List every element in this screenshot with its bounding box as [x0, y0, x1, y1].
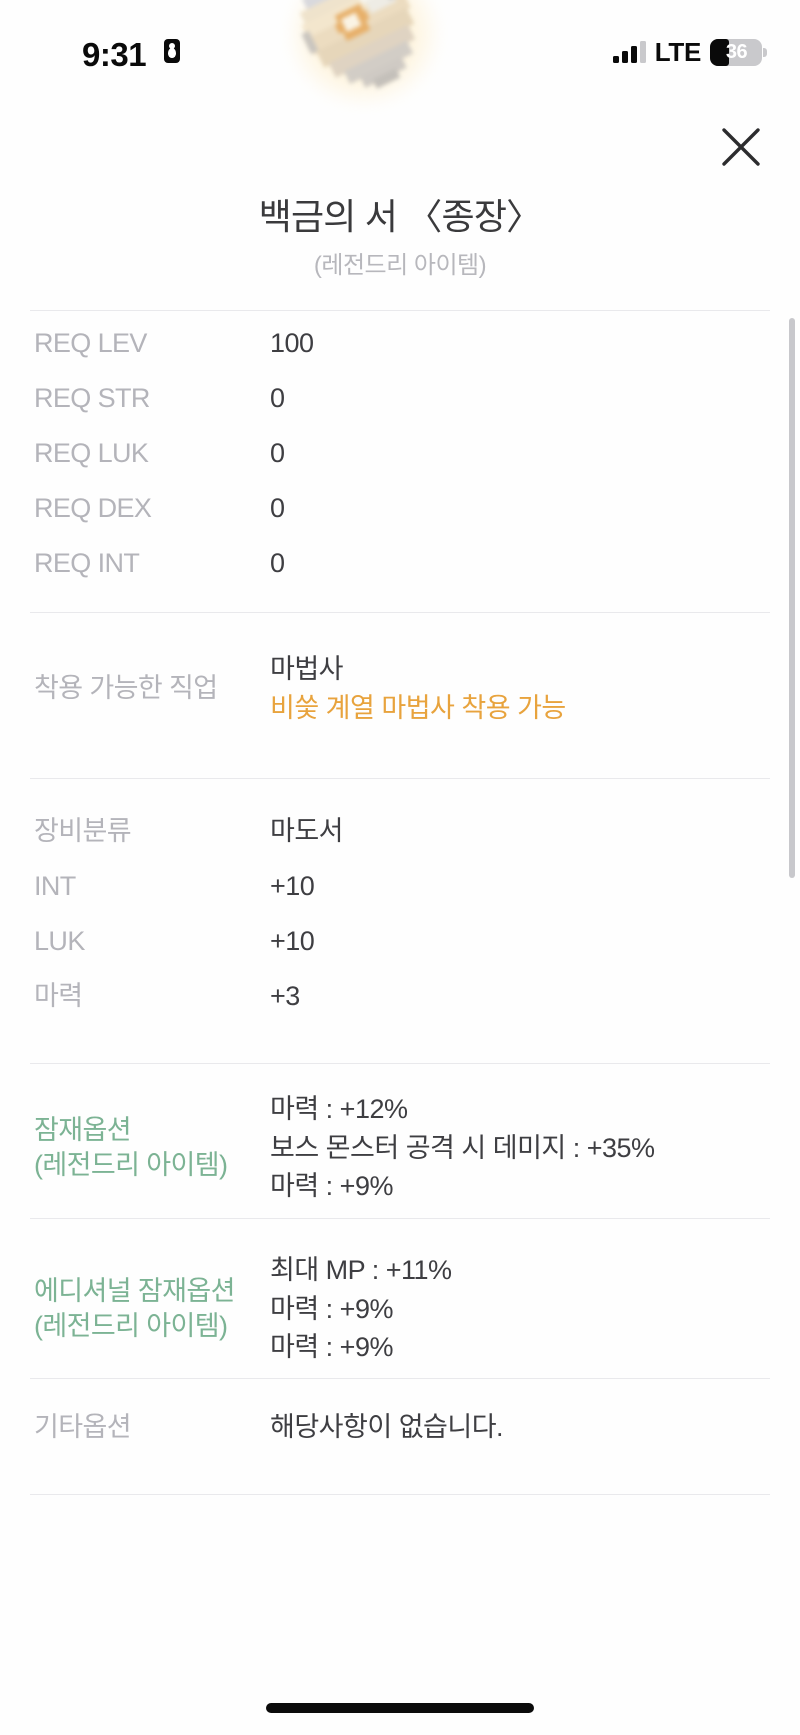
- table-row: REQ LUK 0: [0, 436, 800, 471]
- location-indicator-icon: [164, 39, 180, 63]
- section-divider: [30, 1218, 770, 1219]
- potential-option: 보스 몬스터 공격 시 데미지 : +35%: [270, 1132, 655, 1163]
- table-row: 잠재옵션 (레전드리 아이템) 마력 : +12% 보스 몬스터 공격 시 데미…: [0, 1092, 800, 1204]
- potential-options: 마력 : +12% 보스 몬스터 공격 시 데미지 : +35% 마력 : +9…: [270, 1092, 800, 1204]
- additional-potential-label-line2: (레전드리 아이템): [34, 1310, 228, 1341]
- req-int-value: 0: [270, 548, 285, 578]
- battery-icon: 36: [710, 38, 767, 66]
- stat-magic-attack-label: 마력: [34, 981, 83, 1011]
- potential-option: 마력 : +9%: [270, 1171, 393, 1202]
- stat-int-value: +10: [270, 871, 315, 901]
- status-bar: 9:31 LTE 36: [0, 0, 800, 100]
- table-row: LUK +10: [0, 924, 800, 959]
- close-icon: [722, 128, 760, 166]
- additional-potential-label: 에디셔널 잠재옵션 (레전드리 아이템): [0, 1274, 270, 1343]
- section-divider: [30, 778, 770, 779]
- table-row: 착용 가능한 직업 마법사 비씇 계열 마법사 착용 가능: [0, 652, 800, 725]
- stat-luk-value: +10: [270, 926, 315, 956]
- job-value: 마법사 비씇 계열 마법사 착용 가능: [270, 652, 800, 725]
- potential-option: 마력 : +12%: [270, 1094, 408, 1124]
- cellular-signal-icon: [612, 41, 646, 63]
- item-grade-subtitle: (레전드리 아이템): [313, 252, 487, 280]
- status-indicators: LTE 36: [612, 36, 767, 68]
- carrier-label: LTE: [654, 37, 702, 67]
- misc-option-label: 기타옵션: [34, 1412, 132, 1442]
- stat-int-label: INT: [34, 871, 76, 901]
- equip-category-value: 마도서: [270, 816, 344, 846]
- table-row: 기타옵션 해당사항이 없습니다.: [0, 1410, 800, 1445]
- job-note: 비씇 계열 마법사 착용 가능: [270, 692, 566, 723]
- req-str-label: REQ STR: [34, 383, 150, 413]
- req-dex-label: REQ DEX: [34, 493, 152, 523]
- section-divider: [30, 1063, 770, 1064]
- req-lev-value: 100: [270, 328, 314, 358]
- close-button[interactable]: [712, 118, 770, 176]
- table-row: REQ STR 0: [0, 381, 800, 416]
- section-divider: [30, 1378, 770, 1379]
- status-time: 9:31: [82, 36, 147, 73]
- potential-label-line2: (레전드리 아이템): [34, 1149, 228, 1180]
- section-divider: [30, 612, 770, 613]
- battery-cap: [763, 47, 767, 57]
- item-detail-screen: 9:31 LTE 36 백금의 서 〈종장〉 (레전드리 아이템) REQ LE…: [0, 0, 800, 1735]
- req-luk-label: REQ LUK: [34, 438, 149, 468]
- req-lev-label: REQ LEV: [34, 328, 147, 358]
- home-indicator[interactable]: [266, 1703, 534, 1713]
- scrollbar-thumb[interactable]: [789, 318, 795, 878]
- table-row: 에디셔널 잠재옵션 (레전드리 아이템) 최대 MP : +11% 마력 : +…: [0, 1253, 800, 1365]
- table-row: REQ DEX 0: [0, 491, 800, 526]
- additional-potential-option: 마력 : +9%: [270, 1332, 393, 1363]
- req-luk-value: 0: [270, 438, 285, 468]
- item-detail-list: REQ LEV 100 REQ STR 0 REQ LUK 0 REQ DEX …: [0, 310, 800, 1670]
- stat-luk-label: LUK: [34, 926, 85, 956]
- battery-percent-label: 36: [725, 40, 748, 63]
- misc-option-value: 해당사항이 없습니다.: [270, 1412, 504, 1442]
- additional-potential-option: 마력 : +9%: [270, 1293, 393, 1324]
- section-divider: [30, 1494, 770, 1495]
- req-dex-value: 0: [270, 493, 285, 523]
- scrollbar[interactable]: [789, 318, 795, 1498]
- table-row: REQ LEV 100: [0, 326, 800, 361]
- table-row: 마력 +3: [0, 979, 800, 1014]
- stat-magic-attack-value: +3: [270, 981, 300, 1011]
- job-primary: 마법사: [270, 654, 344, 684]
- additional-potential-label-line1: 에디셔널 잠재옵션: [34, 1276, 235, 1307]
- table-row: REQ INT 0: [0, 546, 800, 581]
- page-title: 백금의 서 〈종장〉: [258, 196, 543, 237]
- item-title-block: 백금의 서 〈종장〉 (레전드리 아이템): [0, 196, 800, 280]
- req-str-value: 0: [270, 383, 285, 413]
- table-row: 장비분류 마도서: [0, 814, 800, 849]
- equip-category-label: 장비분류: [34, 816, 132, 846]
- potential-label: 잠재옵션 (레전드리 아이템): [0, 1113, 270, 1182]
- job-label: 착용 가능한 직업: [34, 673, 218, 704]
- section-divider: [30, 310, 770, 311]
- req-int-label: REQ INT: [34, 548, 140, 578]
- table-row: INT +10: [0, 869, 800, 904]
- additional-potential-option: 최대 MP : +11%: [270, 1255, 452, 1285]
- potential-label-line1: 잠재옵션: [34, 1115, 132, 1146]
- additional-potential-options: 최대 MP : +11% 마력 : +9% 마력 : +9%: [270, 1253, 800, 1365]
